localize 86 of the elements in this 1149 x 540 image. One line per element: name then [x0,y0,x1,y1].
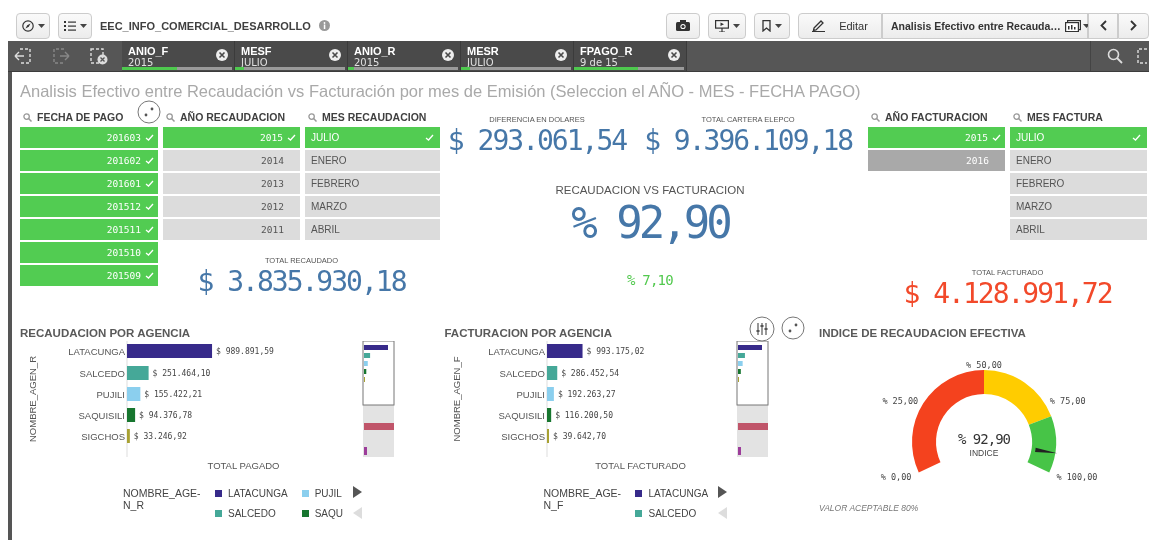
kpi-value: $ 9.396.109,18 [644,124,853,158]
kpi-value: $ 3.835.930,18 [197,265,406,299]
field-name: MESR [467,44,499,57]
value-label: $ 251.464,10 [152,369,211,378]
category-label: SIGCHOS [501,430,546,442]
field-name: ANIO_F [128,44,169,57]
chart-title: FACTURACION POR AGENCIA [444,327,613,341]
listbox-item[interactable]: FEBRERO [305,173,440,194]
value-label: $ 192.263,27 [558,390,617,399]
field-value: 9 de 15 [580,56,618,68]
gauge-label: INDICE [969,448,999,458]
app-title: EEC_INFO_COMERCIAL_DESARROLLO [100,19,311,32]
chart-title: RECAUDACION POR AGENCIA [20,327,191,341]
category-label: PUJILI [516,388,546,400]
listbox-item[interactable]: 2012 [163,196,300,217]
field-value: 2015 [354,56,380,68]
gauge-tick-label: % 75,00 [1049,396,1086,407]
legend-title: NOMBRE_AGE-N_R [123,486,202,511]
listbox-title: MES RECAUDACION [322,111,427,123]
value-label: $ 94.376,78 [139,411,193,420]
chart-title: INDICE DE RECAUDACION EFECTIVA [819,327,1026,341]
listbox-item[interactable]: ENERO [1010,150,1147,171]
field-value: JULIO [467,56,494,68]
listbox-title: MES FACTURA [1027,111,1103,123]
gauge-footnote: VALOR ACEPTABLE 80% [819,503,920,513]
category-label: SALCEDO [500,367,546,379]
value-label: $ 116.200,50 [555,411,614,420]
selection-chip[interactable]: ANIO_F 2015 [122,41,235,71]
gauge-tick-label: % 25,00 [882,396,919,407]
listbox-item[interactable]: 2014 [163,150,300,171]
gauge-value: % 92,90 [958,431,1010,447]
axis-title: NOMBRE_AGEN_F [451,356,463,442]
sheet-title: Analisis Efectivo entre Recaudación vs Facturación por mes de Emisión (Seleccion el AÑO - MES - FECHA PAGO) [20,82,862,101]
legend-item[interactable]: SAQU [301,503,343,523]
listbox-title: AÑO FACTURACION [885,111,988,123]
listbox-item[interactable]: ABRIL [1010,219,1147,240]
selection-chip[interactable]: MESF JULIO [235,41,348,71]
field-value: 2015 [128,56,154,68]
value-label: $ 155.422,21 [144,390,203,399]
field-value: JULIO [241,56,268,68]
gauge-tick-label: % 50,00 [966,360,1002,370]
listbox-item[interactable]: 2011 [163,219,300,240]
category-label: LATACUNGA [488,345,546,357]
legend-item[interactable]: SALCEDO [215,503,288,523]
selection-chip[interactable]: ANIO_R 2015 [348,41,461,71]
listbox-item[interactable]: FEBRERO [1010,173,1147,194]
category-label: SAQUISILI [499,409,546,421]
listbox-item[interactable]: ABRIL [305,219,440,240]
field-name: ANIO_R [354,44,396,57]
legend-item[interactable]: LATACUNGA [635,483,709,503]
gauge-tick-label: % 0,00 [880,471,912,482]
value-label: $ 286.452,54 [561,369,620,378]
kpi-value: % 7,10 [627,272,673,288]
value-label: $ 993.175,02 [587,347,645,356]
listbox-item[interactable]: 2013 [163,173,300,194]
legend-item[interactable]: SALCEDO [635,503,709,523]
selection-chip[interactable]: FPAGO_R 9 de 15 [574,41,687,71]
axis-title: TOTAL FACTURADO [595,460,687,471]
kpi-label: RECAUDACION VS FACTURACION [555,184,745,196]
listbox-item[interactable]: MARZO [305,196,440,217]
selection-chip[interactable]: MESR JULIO [461,41,574,71]
category-label: SALCEDO [79,367,125,379]
legend-item[interactable]: LATACUNGA [215,483,288,503]
legend-title: NOMBRE_AGE-N_F [543,486,623,511]
kpi-value: $ 4.128.991,72 [903,277,1112,311]
axis-title: TOTAL PAGADO [207,460,280,471]
field-name: MESF [241,44,272,57]
category-label: SAQUISILI [78,409,125,421]
sheet-menu[interactable]: Analisis Efectivo entre Recauda… [882,12,1088,39]
edit-button[interactable]: Editar [798,12,882,39]
listbox-item[interactable]: MARZO [1010,196,1147,217]
field-name: FPAGO_R [580,44,633,57]
axis-title: NOMBRE_AGEN_R [27,355,38,443]
value-label: $ 39.642,70 [553,432,607,441]
listbox-title: FECHA DE PAGO [37,111,124,123]
kpi-value: % 92,90 [571,196,729,250]
listbox-title: AÑO RECAUDACION [180,111,285,123]
kpi-value: $ 293.061,54 [447,124,627,158]
value-label: $ 989.891,59 [216,347,274,356]
category-label: SIGCHOS [81,430,125,442]
gauge-tick-label: % 100,00 [1056,471,1098,482]
value-label: $ 33.246,92 [133,432,187,441]
listbox-item[interactable]: ENERO [305,150,440,171]
legend-item[interactable]: PUJIL [301,483,343,503]
category-label: PUJILI [96,388,125,400]
category-label: LATACUNGA [68,345,125,357]
